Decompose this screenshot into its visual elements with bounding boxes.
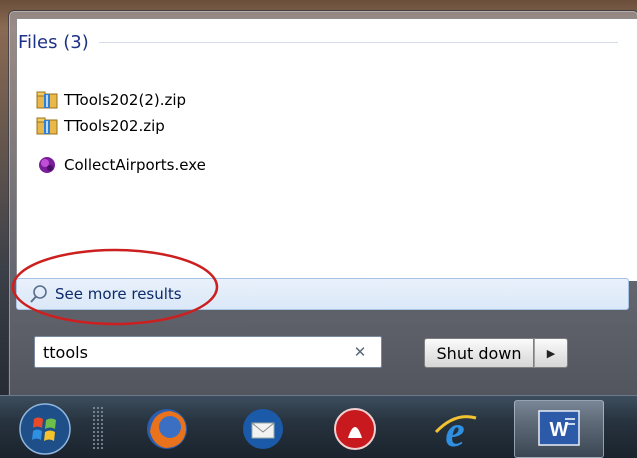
word-icon: W (538, 410, 580, 446)
search-icon (30, 285, 47, 303)
see-more-results-label: See more results (55, 285, 182, 303)
shutdown-options-button[interactable]: ▶ (534, 338, 568, 368)
file-result-item[interactable]: TTools202.zip (36, 114, 165, 138)
see-more-results-link[interactable]: See more results (16, 278, 629, 310)
chevron-right-icon: ▶ (546, 346, 556, 360)
start-search-box[interactable]: ttools ✕ (34, 336, 382, 368)
exe-app-icon (39, 157, 55, 173)
thunderbird-icon[interactable] (236, 402, 290, 456)
file-name: TTools202(2).zip (64, 91, 187, 109)
group-divider (98, 41, 618, 43)
files-group-header[interactable]: Files (3) (18, 32, 618, 53)
search-input[interactable]: ttools (35, 343, 349, 362)
taskbar-grip (92, 406, 104, 450)
svg-text:e: e (445, 407, 465, 456)
zip-folder-icon (36, 117, 58, 135)
search-results-pane (16, 18, 637, 281)
desktop: Files (3) TTools202(2).zip TTools202.zip… (0, 0, 637, 458)
start-orb-icon[interactable] (18, 402, 72, 456)
svg-text:W: W (550, 419, 569, 441)
files-group-title[interactable]: Files (3) (18, 32, 89, 53)
file-result-item[interactable]: TTools202(2).zip (36, 88, 186, 112)
clear-search-icon[interactable]: ✕ (349, 343, 371, 361)
taskbar-active-app[interactable]: W (514, 400, 604, 458)
zip-folder-icon (36, 91, 58, 109)
internet-explorer-icon[interactable]: e (428, 402, 482, 456)
file-name: CollectAirports.exe (64, 156, 206, 174)
shutdown-button[interactable]: Shut down (424, 338, 534, 368)
firefox-icon[interactable] (140, 402, 194, 456)
file-result-item[interactable]: CollectAirports.exe (36, 153, 206, 177)
file-name: TTools202.zip (64, 117, 165, 135)
app-red-icon[interactable] (328, 402, 382, 456)
